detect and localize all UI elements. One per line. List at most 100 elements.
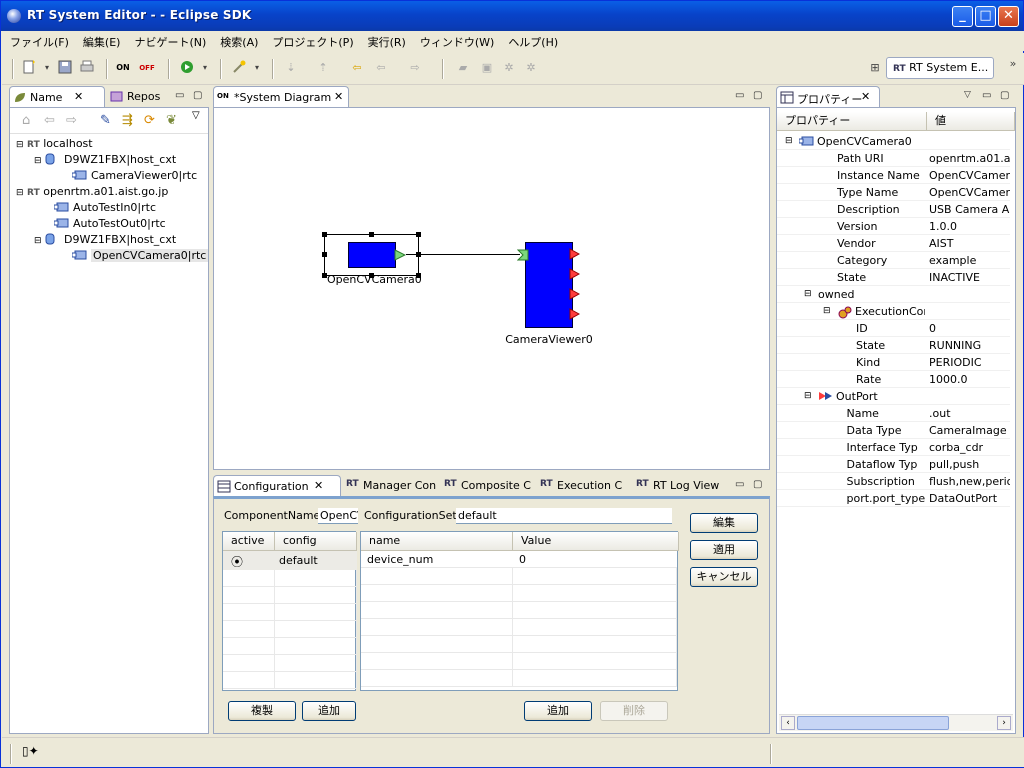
tab-execution-c[interactable]: RT Execution C: [537, 475, 631, 497]
tree-item-localhost[interactable]: ⊟ RT localhost: [16, 136, 93, 152]
forward-icon[interactable]: ⇨: [66, 113, 77, 128]
inport-icon[interactable]: [517, 249, 529, 261]
connect-icon[interactable]: ⇶: [122, 113, 133, 128]
component-name-field[interactable]: OpenCV: [318, 508, 358, 524]
collapse-icon[interactable]: ⊟: [823, 303, 831, 319]
property-row[interactable]: Category example: [777, 252, 1010, 269]
collapse-icon[interactable]: ⊟: [16, 188, 24, 198]
diagram-canvas[interactable]: OpenCVCamera0 CameraViewer0: [213, 107, 770, 470]
copy-config-button[interactable]: 複製: [228, 701, 296, 721]
apply-button[interactable]: 適用: [690, 540, 758, 560]
minimize-button[interactable]: _: [952, 6, 973, 27]
property-row[interactable]: Subscription flush,new,perioc: [777, 473, 1010, 490]
tree-item-host-cxt[interactable]: ⊟ D9WZ1FBX|host_cxt: [34, 152, 176, 168]
scroll-left-icon[interactable]: ‹: [781, 716, 795, 730]
menu-navigate[interactable]: ナビゲート(N): [126, 31, 212, 50]
property-row[interactable]: State RUNNING: [777, 337, 1010, 354]
wand-icon[interactable]: [230, 59, 248, 77]
tree-item-cameraviewer[interactable]: CameraViewer0|rtc: [71, 168, 197, 184]
off-icon[interactable]: OFF: [138, 59, 156, 77]
horizontal-scrollbar[interactable]: ‹ ›: [779, 714, 1013, 731]
rt-tool1-icon[interactable]: ▰: [454, 59, 472, 77]
close-tab-icon[interactable]: ✕: [861, 90, 870, 103]
tab-rt-log-view[interactable]: RT RT Log View: [633, 475, 727, 497]
tab-repos[interactable]: Repos: [107, 86, 171, 108]
wand-dropdown-icon[interactable]: ▾: [248, 59, 266, 77]
property-column-header[interactable]: プロパティー: [777, 112, 927, 131]
maximize-view-icon[interactable]: ▢: [193, 90, 202, 101]
tab-name[interactable]: Name ✕: [9, 86, 105, 108]
collapse-icon[interactable]: ⊟: [34, 236, 42, 246]
rt-tool3-icon[interactable]: ✲: [500, 59, 518, 77]
save-icon[interactable]: [56, 59, 74, 77]
menu-project[interactable]: プロジェクト(P): [264, 31, 359, 50]
close-tab-icon[interactable]: ✕: [74, 90, 83, 103]
property-row[interactable]: Version 1.0.0: [777, 218, 1010, 235]
new-icon[interactable]: [20, 59, 38, 77]
on-icon[interactable]: ON: [114, 59, 132, 77]
maximize-view-icon[interactable]: ▢: [753, 90, 762, 101]
minimize-view-icon[interactable]: ▭: [982, 90, 991, 101]
property-row[interactable]: Path URI openrtm.a01.aist: [777, 150, 1010, 167]
name-column-header[interactable]: name: [361, 532, 513, 551]
maximize-view-icon[interactable]: ▢: [753, 479, 762, 490]
cameraviewer-port-3-icon[interactable]: [569, 288, 580, 300]
property-row[interactable]: Rate 1000.0: [777, 371, 1010, 388]
run-icon[interactable]: [178, 59, 196, 77]
maximize-view-icon[interactable]: ▢: [1000, 90, 1009, 101]
property-row[interactable]: ⊟ ExecutionCor: [777, 303, 1010, 320]
cameraviewer-port-1-icon[interactable]: [569, 248, 580, 260]
tree-item-host-cxt-2[interactable]: ⊟ D9WZ1FBX|host_cxt: [34, 232, 176, 248]
property-row[interactable]: Name .out: [777, 405, 1010, 422]
tab-manager-con[interactable]: RT Manager Con: [343, 475, 439, 497]
edit-button[interactable]: 編集: [690, 513, 758, 533]
property-row[interactable]: Data Type CameraImage: [777, 422, 1010, 439]
property-row[interactable]: ⊟ OutPort: [777, 388, 1010, 405]
table-row[interactable]: ⦿ default: [223, 551, 357, 570]
tab-system-diagram[interactable]: ON *System Diagram ✕: [213, 86, 349, 108]
table-row[interactable]: device_num 0: [361, 551, 677, 568]
collapse-icon[interactable]: ⊟: [34, 156, 42, 166]
more-perspectives-icon[interactable]: »: [1004, 55, 1022, 73]
collapse-icon[interactable]: ⊟: [804, 388, 812, 404]
edit-icon[interactable]: ✎: [100, 113, 111, 128]
tree-item-autotestout[interactable]: AutoTestOut0|rtc: [53, 216, 166, 232]
selection-handle[interactable]: [416, 232, 421, 237]
run-dropdown-icon[interactable]: ▾: [196, 59, 214, 77]
open-perspective-icon[interactable]: ⊞: [866, 59, 884, 77]
close-tab-icon[interactable]: ✕: [314, 479, 323, 492]
close-tab-icon[interactable]: ✕: [334, 90, 343, 103]
tree-item-autotestin[interactable]: AutoTestIn0|rtc: [53, 200, 156, 216]
add-param-button[interactable]: 追加: [524, 701, 592, 721]
tab-properties[interactable]: プロパティー ✕: [776, 86, 880, 108]
active-column-header[interactable]: active: [223, 532, 275, 551]
maximize-button[interactable]: □: [975, 6, 996, 27]
config-column-header[interactable]: config: [275, 532, 357, 551]
selection-handle[interactable]: [369, 232, 374, 237]
forward-icon[interactable]: ⇨: [406, 59, 424, 77]
menu-edit[interactable]: 編集(E): [75, 31, 127, 50]
scrollbar-thumb[interactable]: [797, 716, 949, 730]
property-row[interactable]: Dataflow Typ pull,push: [777, 456, 1010, 473]
property-row[interactable]: ⊟ owned: [777, 286, 1010, 303]
tree-item-openrtm[interactable]: ⊟ RT openrtm.a01.aist.go.jp: [16, 184, 168, 200]
back-icon[interactable]: ⇦: [372, 59, 390, 77]
property-row[interactable]: State INACTIVE: [777, 269, 1010, 286]
property-row[interactable]: Type Name OpenCVCamera: [777, 184, 1010, 201]
tab-configuration[interactable]: Configuration ✕: [213, 475, 341, 497]
next-annotation-icon[interactable]: ⇣: [282, 59, 300, 77]
selection-handle[interactable]: [322, 232, 327, 237]
perspective-switcher[interactable]: RT RT System E...: [886, 57, 994, 79]
print-icon[interactable]: [78, 59, 96, 77]
property-row[interactable]: Interface Typ corba_cdr: [777, 439, 1010, 456]
property-row[interactable]: Vendor AIST: [777, 235, 1010, 252]
cameraviewer-component[interactable]: [525, 242, 573, 328]
value-column-header[interactable]: 値: [927, 112, 1015, 131]
rt-tool2-icon[interactable]: ▣: [478, 59, 496, 77]
rt-tool4-icon[interactable]: ✲: [522, 59, 540, 77]
menu-run[interactable]: 実行(R): [360, 31, 412, 50]
minimize-view-icon[interactable]: ▭: [735, 479, 744, 490]
active-radio[interactable]: ⦿: [231, 553, 243, 570]
prev-annotation-icon[interactable]: ⇡: [314, 59, 332, 77]
configuration-set-field[interactable]: default: [456, 508, 672, 524]
